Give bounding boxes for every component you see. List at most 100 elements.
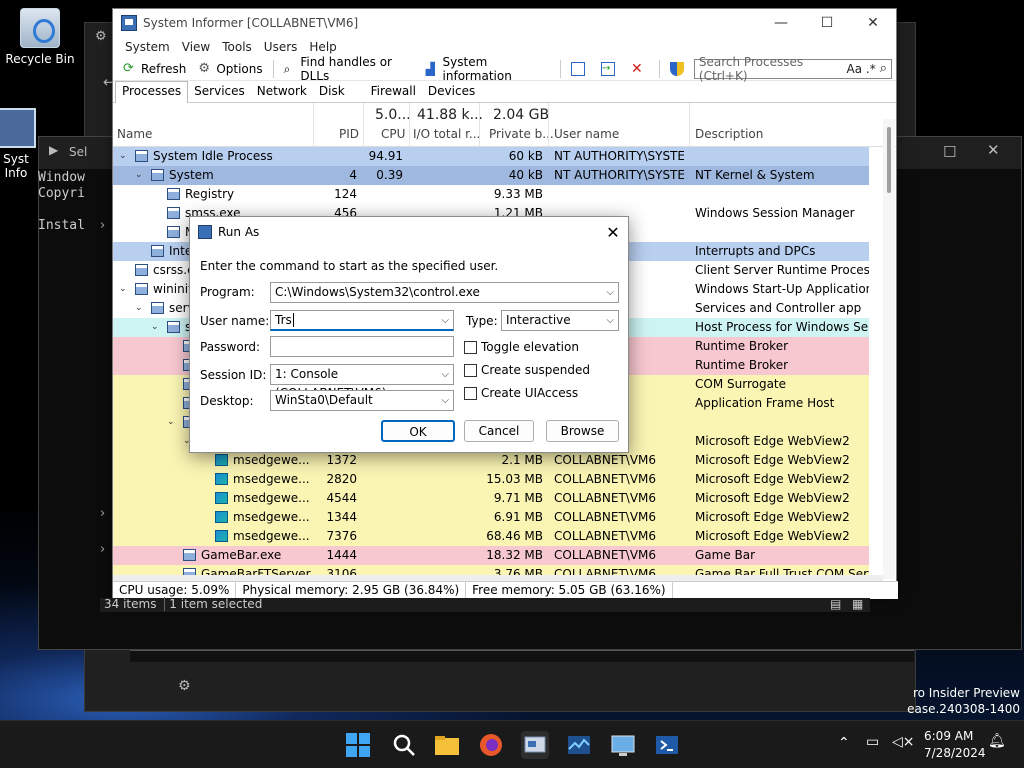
checkbox-box[interactable]: [464, 363, 477, 377]
terminate-button[interactable]: ✕: [625, 58, 655, 80]
tab-devices[interactable]: Devices: [422, 82, 481, 102]
dialog-titlebar[interactable]: Run As ✕: [190, 217, 628, 247]
window-button[interactable]: [565, 58, 595, 80]
minimize-button[interactable]: —: [758, 15, 804, 31]
details-view-icon[interactable]: ▤: [826, 598, 845, 610]
type-select[interactable]: Interactive ⌵: [501, 310, 619, 331]
search-icon[interactable]: [390, 731, 418, 759]
close-button[interactable]: ✕: [850, 15, 896, 31]
column-pid[interactable]: PID: [339, 127, 359, 141]
username-field[interactable]: Trs ⌵: [270, 310, 454, 331]
toggle-elevation-checkbox[interactable]: Toggle elevation: [464, 340, 579, 354]
edge-webview-icon: [215, 511, 228, 523]
chevron-down-icon[interactable]: ⌄: [119, 280, 127, 299]
menu-users[interactable]: Users: [258, 40, 304, 54]
move-window-button[interactable]: →: [595, 58, 625, 80]
column-io[interactable]: I/O total r...: [413, 127, 480, 141]
process-row[interactable]: msedgewe... 1372 2.1 MB COLLABNET\VM6 Micros…: [113, 451, 869, 470]
chevron-down-icon[interactable]: ⌵: [441, 311, 449, 330]
console-maximize-button[interactable]: ☐: [943, 143, 956, 161]
chevron-right-icon[interactable]: ›: [100, 218, 105, 233]
process-row[interactable]: Registry 124 9.33 MB: [113, 185, 869, 204]
notification-bell-icon[interactable]: 🔔︎: [988, 733, 1006, 749]
maximize-button[interactable]: ☐: [804, 15, 850, 31]
column-description[interactable]: Description: [695, 127, 763, 141]
create-suspended-checkbox[interactable]: Create suspended: [464, 363, 590, 377]
vertical-scrollbar[interactable]: [883, 119, 895, 579]
menu-help[interactable]: Help: [303, 40, 342, 54]
scrollbar-thumb[interactable]: [887, 127, 891, 193]
chevron-down-icon[interactable]: ⌵: [441, 391, 449, 410]
chevron-down-icon[interactable]: ⌄: [135, 299, 143, 318]
column-cpu[interactable]: CPU: [381, 127, 405, 141]
tab-services[interactable]: Services: [188, 82, 251, 102]
clock-date[interactable]: 7/28/2024: [924, 746, 986, 760]
volume-muted-icon[interactable]: ◁×: [892, 734, 915, 750]
checkbox-box[interactable]: [464, 340, 477, 354]
chevron-down-icon[interactable]: ⌄: [119, 147, 127, 166]
process-row[interactable]: msedgewe... 2820 15.03 MB COLLABNET\VM6 Micr…: [113, 470, 869, 489]
ok-button[interactable]: OK: [381, 420, 455, 442]
chevron-right-icon[interactable]: ›: [100, 542, 105, 557]
recycle-bin-shortcut[interactable]: Recycle Bin: [0, 8, 80, 66]
checkbox-box[interactable]: [464, 386, 477, 400]
tab-processes[interactable]: Processes: [115, 81, 189, 103]
chevron-down-icon[interactable]: ⌵: [441, 365, 449, 384]
menu-system[interactable]: System: [119, 40, 176, 54]
menu-view[interactable]: View: [176, 40, 216, 54]
search-icon[interactable]: ⌕: [880, 61, 887, 76]
system-information-button[interactable]: ▟ System information: [420, 55, 556, 83]
shield-icon: [669, 61, 684, 76]
chevron-down-icon[interactable]: ⌄: [135, 166, 143, 185]
search-input[interactable]: Search Processes (Ctrl+K) Aa .* ⌕: [693, 55, 893, 83]
column-name[interactable]: Name: [117, 127, 152, 141]
options-button[interactable]: ⚙ Options: [192, 58, 268, 80]
process-private-bytes: 68.46 MB: [486, 529, 543, 543]
column-user[interactable]: User name: [554, 127, 619, 141]
process-row[interactable]: ⌄ System Idle Process 94.91 60 kB NT AUTHORI…: [113, 147, 869, 166]
tab-firewall[interactable]: Firewall: [365, 82, 422, 102]
remote-desktop-icon[interactable]: [609, 731, 637, 759]
clock-time[interactable]: 6:09 AM: [924, 729, 973, 743]
process-row[interactable]: GameBar.exe 1444 18.32 MB COLLABNET\VM6 Game…: [113, 546, 869, 565]
task-manager-icon[interactable]: [565, 731, 593, 759]
session-id-select[interactable]: 1: Console (COLLABNET\VM6) ⌵: [270, 364, 454, 400]
process-row[interactable]: msedgewe... 7376 68.46 MB COLLABNET\VM6 Micr…: [113, 527, 869, 546]
dialog-close-button[interactable]: ✕: [598, 223, 628, 242]
tab-disk[interactable]: Disk: [313, 82, 351, 102]
create-uiaccess-checkbox[interactable]: Create UIAccess: [464, 386, 578, 400]
system-informer-taskbar-icon[interactable]: [521, 731, 549, 759]
firefox-icon[interactable]: [477, 731, 505, 759]
tiles-view-icon[interactable]: ▦: [848, 598, 867, 610]
find-handles-button[interactable]: ⌕ Find handles or DLLs: [278, 55, 420, 83]
process-row[interactable]: ⌄ System 4 0.39 40 kB NT AUTHORITY\SYSTEM NT K…: [113, 166, 869, 185]
menu-tools[interactable]: Tools: [216, 40, 258, 54]
column-private[interactable]: Private b...: [489, 127, 554, 141]
chevron-up-icon[interactable]: ⌃: [838, 735, 850, 751]
password-field[interactable]: [270, 336, 454, 357]
text-caret: [292, 313, 294, 327]
process-description: Runtime Broker: [695, 358, 789, 372]
file-explorer-icon[interactable]: [433, 731, 461, 759]
tab-network[interactable]: Network: [251, 82, 313, 102]
chevron-down-icon[interactable]: ⌵: [606, 311, 614, 330]
cancel-button[interactable]: Cancel: [464, 420, 534, 442]
network-icon[interactable]: ▭: [866, 734, 879, 750]
chevron-down-icon[interactable]: ⌄: [151, 318, 159, 337]
browse-button[interactable]: Browse: [546, 420, 619, 442]
gear-icon[interactable]: ⚙: [178, 678, 191, 694]
process-row[interactable]: msedgewe... 1344 6.91 MB COLLABNET\VM6 Micro…: [113, 508, 869, 527]
desktop-select[interactable]: WinSta0\Default ⌵: [270, 390, 454, 411]
chevron-down-icon[interactable]: ⌵: [606, 283, 614, 302]
powershell-icon[interactable]: [653, 731, 681, 759]
start-windows-icon[interactable]: [344, 731, 372, 759]
chevron-right-icon[interactable]: ›: [100, 506, 105, 521]
console-close-button[interactable]: ✕: [987, 141, 1000, 159]
chevron-down-icon[interactable]: ⌄: [167, 413, 175, 432]
elevate-button[interactable]: [664, 58, 694, 80]
process-row[interactable]: msedgewe... 4544 9.71 MB COLLABNET\VM6 Micro…: [113, 489, 869, 508]
search-options[interactable]: Aa .*: [847, 62, 876, 76]
program-field[interactable]: C:\Windows\System32\control.exe ⌵: [270, 282, 619, 303]
refresh-button[interactable]: ⟳ Refresh: [117, 58, 192, 80]
window-titlebar[interactable]: System Informer [COLLABNET\VM6] — ☐ ✕: [113, 9, 896, 37]
